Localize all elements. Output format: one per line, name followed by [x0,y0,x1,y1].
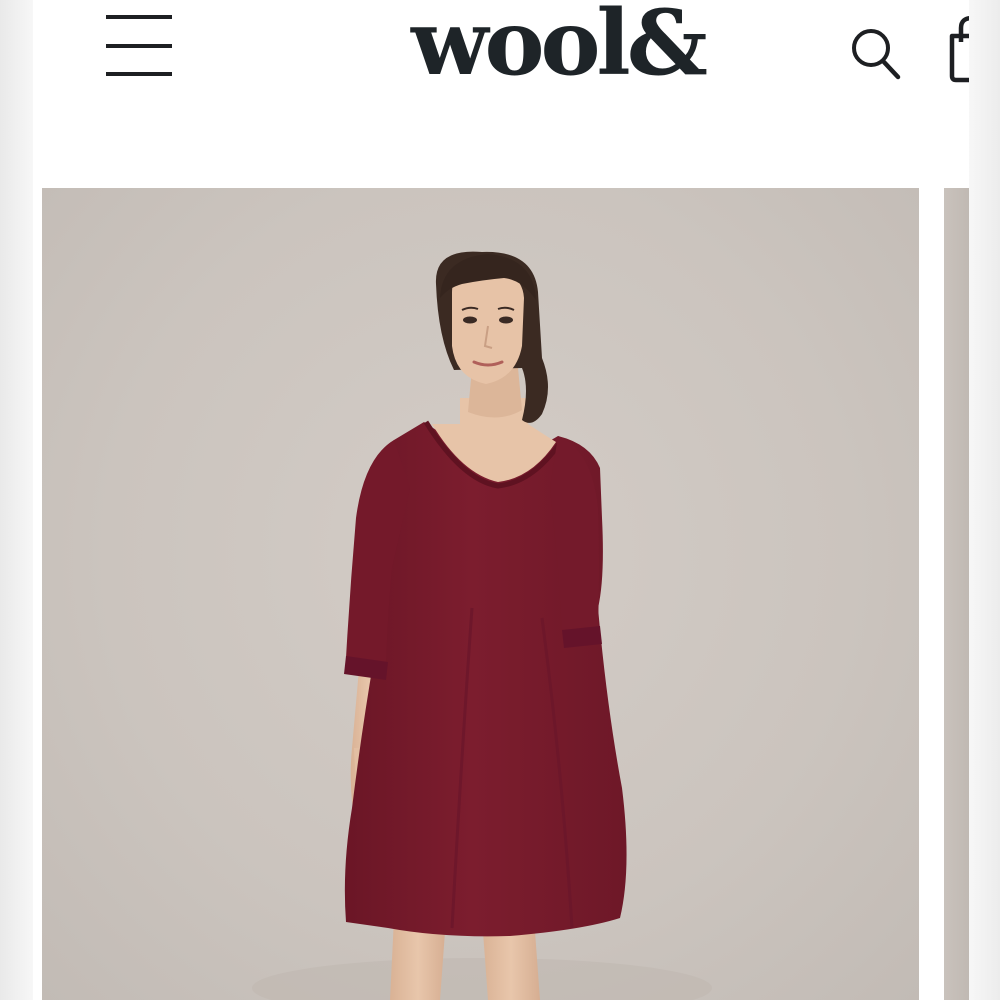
viewport-edge-left [0,0,33,1000]
search-button[interactable] [847,24,903,82]
search-icon [852,29,901,80]
site-header: wool& [33,0,969,110]
cart-button[interactable] [946,14,969,84]
viewport-edge-right [969,0,1000,1000]
product-image[interactable] [42,188,919,1000]
hamburger-menu-icon [106,15,172,19]
brand-logo[interactable]: wool& [411,0,731,98]
menu-button[interactable] [103,10,179,86]
product-photo [252,251,712,1000]
next-product-image-peek[interactable] [944,188,969,1000]
shopping-bag-icon [949,15,969,83]
